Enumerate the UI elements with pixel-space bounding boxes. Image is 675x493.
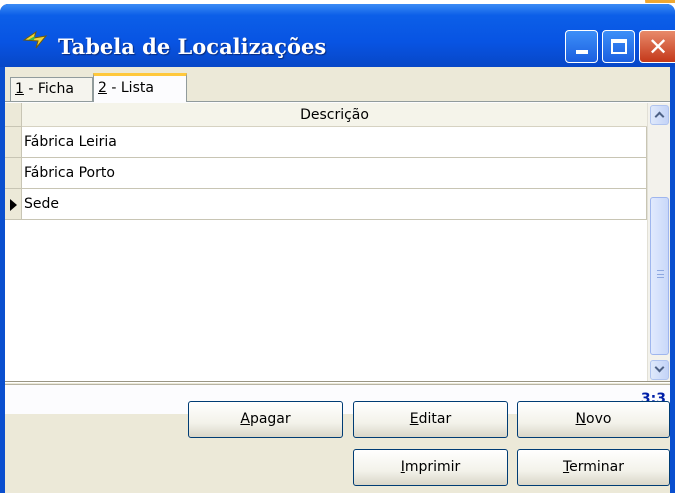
new-button-mnemonic: N [575,411,587,427]
row-indicator[interactable] [5,158,22,189]
finish-button[interactable]: Terminar [517,449,670,486]
close-icon: ✕ [648,33,669,61]
grid-empty-area [5,221,647,383]
maximize-button[interactable] [602,30,635,63]
tab-panel-lista: Descrição Fábrica Leiria Fábrica Porto S… [5,101,670,414]
delete-button[interactable]: Apagar [188,401,343,438]
row-pointer-icon [10,199,17,211]
app-window: Tabela de Localizações ✕ 1 - Ficha 2 - L… [0,4,675,493]
scroll-down-button[interactable] [650,360,669,380]
column-header-descricao[interactable]: Descrição [22,103,647,127]
chevron-up-icon [654,111,665,122]
edit-button-mnemonic: E [409,411,419,427]
client-area: 1 - Ficha 2 - Lista Descrição Fábrica Le… [5,67,670,493]
tab-lista-mnemonic: 2 [98,80,107,96]
table-row[interactable]: Fábrica Leiria [22,127,647,158]
tab-ficha[interactable]: 1 - Ficha [10,77,93,102]
table-row[interactable]: Sede [22,189,647,220]
table-row[interactable]: Fábrica Porto [22,158,647,189]
row-indicator-current[interactable] [5,189,22,220]
scroll-up-button[interactable] [650,105,669,125]
edit-button-label: ditar [418,411,452,427]
scroll-thumb[interactable] [650,197,669,355]
close-button[interactable]: ✕ [639,30,675,63]
tab-lista[interactable]: 2 - Lista [93,73,187,102]
maximize-icon [611,39,627,54]
delete-button-mnemonic: A [240,411,250,427]
location-icon [22,30,48,49]
grip-icon [657,270,664,278]
window-title: Tabela de Localizações [58,34,327,59]
finish-button-label: erminar [569,459,625,475]
tab-ficha-label: - Ficha [23,81,74,97]
tab-ficha-mnemonic: 1 [15,81,24,97]
divider [5,381,670,383]
print-button-label: mprimir [404,459,461,475]
vertical-scrollbar[interactable] [647,103,670,383]
tab-lista-label: - Lista [106,80,154,96]
header-indicator-cell [5,103,22,127]
minimize-button[interactable] [565,30,598,63]
edit-button[interactable]: Editar [353,401,508,438]
row-indicator[interactable] [5,127,22,158]
delete-button-label: pagar [249,411,291,427]
new-button[interactable]: Novo [517,401,670,438]
print-button[interactable]: Imprimir [353,449,508,486]
locations-grid[interactable]: Descrição Fábrica Leiria Fábrica Porto S… [5,103,670,383]
chevron-down-icon [654,362,665,373]
minimize-icon [576,50,588,54]
new-button-label: ovo [586,411,612,427]
title-bar[interactable]: Tabela de Localizações ✕ [0,4,675,67]
